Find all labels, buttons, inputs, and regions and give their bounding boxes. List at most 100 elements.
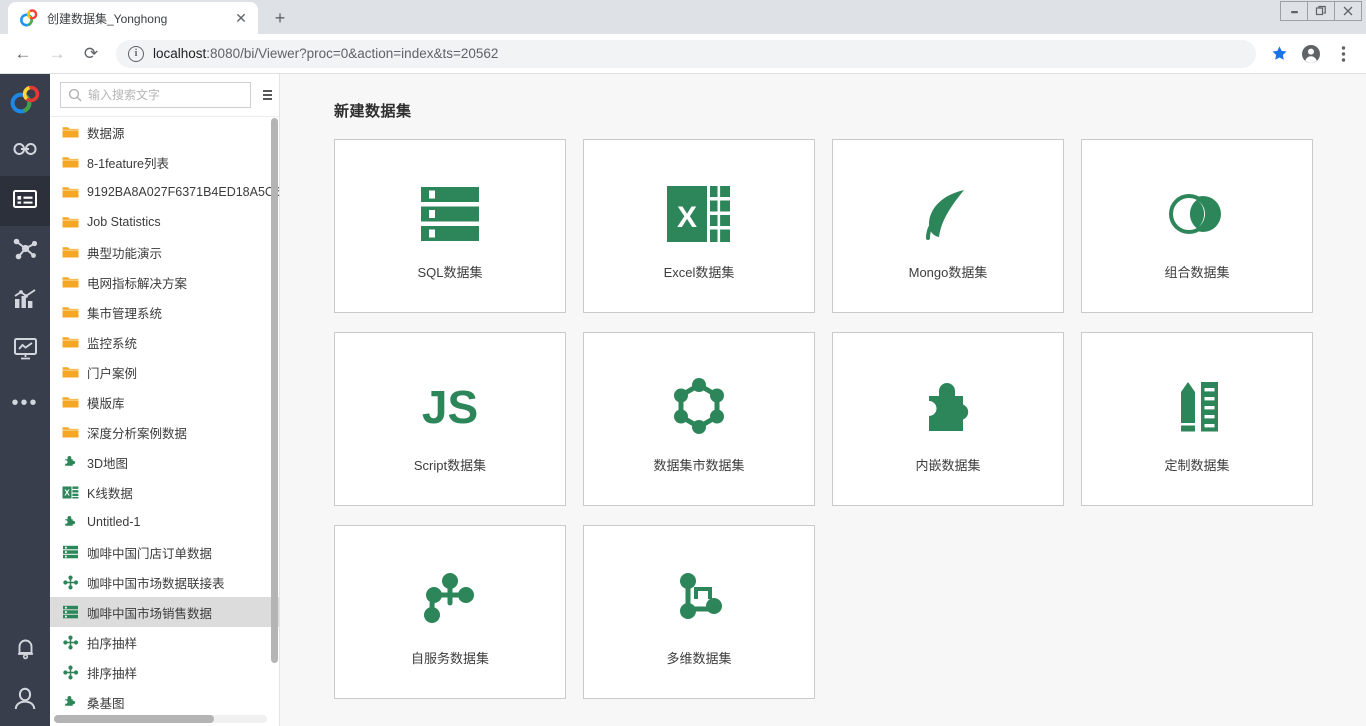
puzzle-icon bbox=[62, 454, 79, 470]
sidebar-item-more[interactable]: ••• bbox=[0, 376, 50, 426]
excel-icon: X bbox=[62, 484, 79, 500]
dataset-type-card[interactable]: 数据集市数据集 bbox=[583, 332, 815, 506]
tree-item-label: 咖啡中国门店订单数据 bbox=[87, 543, 212, 562]
tree-item-label: 门户案例 bbox=[87, 363, 137, 382]
card-label: Mongo数据集 bbox=[909, 262, 988, 281]
three-dot-menu-icon[interactable] bbox=[1328, 39, 1358, 69]
search-input[interactable] bbox=[88, 88, 243, 102]
tree-item[interactable]: 监控系统 bbox=[50, 327, 279, 357]
puzzle-icon bbox=[62, 514, 79, 530]
profile-icon[interactable] bbox=[1296, 39, 1326, 69]
tree-item[interactable]: 门户案例 bbox=[50, 357, 279, 387]
dataset-type-card[interactable]: 多维数据集 bbox=[583, 525, 815, 699]
minimize-button[interactable] bbox=[1280, 1, 1308, 21]
sidebar-item-connection[interactable] bbox=[0, 126, 50, 176]
tree-item[interactable]: 模版库 bbox=[50, 387, 279, 417]
presentation-icon bbox=[12, 335, 39, 367]
tree-item-label: 桑基图 bbox=[87, 693, 125, 712]
browser-toolbar: ← → ⟳ i localhost:8080/bi/Viewer?proc=0&… bbox=[0, 34, 1366, 74]
dataset-type-card[interactable]: 内嵌数据集 bbox=[832, 332, 1064, 506]
tree-item[interactable]: 桑基图 bbox=[50, 687, 279, 717]
search-box[interactable] bbox=[60, 82, 251, 108]
tree-item[interactable]: 深度分析案例数据 bbox=[50, 417, 279, 447]
notifications-button[interactable] bbox=[0, 626, 50, 676]
hexagon-node-icon bbox=[668, 365, 730, 449]
star-icon[interactable] bbox=[1264, 39, 1294, 69]
forward-button[interactable]: → bbox=[42, 39, 72, 69]
tab-strip: 创建数据集_Yonghong ✕ + bbox=[0, 0, 1366, 34]
selfservice-node-icon bbox=[419, 558, 481, 642]
tree-list: 数据源 8-1feature列表 9192BA8A027F6371B4ED18A5C… bbox=[50, 117, 279, 717]
tree-item[interactable]: 数据源 bbox=[50, 117, 279, 147]
new-tab-button[interactable]: + bbox=[266, 4, 294, 32]
tree-item[interactable]: 电网指标解决方案 bbox=[50, 267, 279, 297]
card-label: 定制数据集 bbox=[1164, 455, 1229, 474]
folder-icon bbox=[62, 244, 79, 260]
tab-title: 创建数据集_Yonghong bbox=[47, 10, 232, 27]
tree-vertical-scrollbar[interactable] bbox=[271, 118, 278, 663]
selfservice-icon bbox=[62, 634, 79, 650]
ellipsis-icon: ••• bbox=[11, 389, 38, 413]
tree-item-label: 8-1feature列表 bbox=[87, 153, 169, 172]
site-info-icon[interactable]: i bbox=[128, 46, 144, 62]
tree-item[interactable]: 咖啡中国市场销售数据 bbox=[50, 597, 279, 627]
tree-item-label: 电网指标解决方案 bbox=[87, 273, 187, 292]
yonghong-logo[interactable] bbox=[0, 74, 50, 126]
dataset-type-card[interactable]: XExcel数据集 bbox=[583, 139, 815, 313]
dataset-type-card[interactable]: JSScript数据集 bbox=[334, 332, 566, 506]
tree-item[interactable]: 3D地图 bbox=[50, 447, 279, 477]
folder-icon bbox=[62, 154, 79, 170]
tree-item-label: K线数据 bbox=[87, 483, 133, 502]
sidebar-item-dataset[interactable] bbox=[0, 176, 50, 226]
url-text: localhost:8080/bi/Viewer?proc=0&action=i… bbox=[153, 46, 498, 61]
sidebar-item-chart[interactable] bbox=[0, 276, 50, 326]
url-host: localhost bbox=[153, 46, 206, 61]
selfservice-icon bbox=[62, 664, 79, 680]
window-close-button[interactable] bbox=[1334, 1, 1362, 21]
folder-icon bbox=[62, 394, 79, 410]
dataset-type-card[interactable]: SQL数据集 bbox=[334, 139, 566, 313]
back-button[interactable]: ← bbox=[8, 39, 38, 69]
dataset-type-card[interactable]: 自服务数据集 bbox=[334, 525, 566, 699]
tree-item-label: Job Statistics bbox=[87, 215, 161, 229]
nav-rail: ••• bbox=[0, 74, 50, 726]
nav-rail-bottom bbox=[0, 626, 50, 726]
folder-icon bbox=[62, 214, 79, 230]
tree-item[interactable]: 拍序抽样 bbox=[50, 627, 279, 657]
sidebar-item-dashboard[interactable] bbox=[0, 326, 50, 376]
tree-item[interactable]: 排序抽样 bbox=[50, 657, 279, 687]
tree-item[interactable]: 8-1feature列表 bbox=[50, 147, 279, 177]
dataset-panel-icon bbox=[12, 186, 38, 217]
scrollbar-thumb[interactable] bbox=[54, 715, 214, 723]
address-bar[interactable]: i localhost:8080/bi/Viewer?proc=0&action… bbox=[116, 40, 1256, 68]
list-menu-icon[interactable] bbox=[256, 82, 278, 108]
sidebar-item-analysis[interactable] bbox=[0, 226, 50, 276]
puzzle-icon bbox=[62, 694, 79, 710]
reload-button[interactable]: ⟳ bbox=[76, 39, 106, 69]
close-icon[interactable]: ✕ bbox=[232, 9, 250, 27]
venn-circles-icon bbox=[1168, 172, 1226, 256]
dataset-type-card[interactable]: 组合数据集 bbox=[1081, 139, 1313, 313]
card-label: 数据集市数据集 bbox=[653, 455, 744, 474]
card-label: 组合数据集 bbox=[1164, 262, 1229, 281]
selfservice-icon bbox=[62, 574, 79, 590]
dataset-type-card[interactable]: 定制数据集 bbox=[1081, 332, 1313, 506]
browser-tab[interactable]: 创建数据集_Yonghong ✕ bbox=[8, 2, 258, 34]
tree-item[interactable]: 集市管理系统 bbox=[50, 297, 279, 327]
tree-item[interactable]: 典型功能演示 bbox=[50, 237, 279, 267]
tree-item[interactable]: X K线数据 bbox=[50, 477, 279, 507]
maximize-button[interactable] bbox=[1307, 1, 1335, 21]
tree-item[interactable]: 9192BA8A027F6371B4ED18A5C6 bbox=[50, 177, 279, 207]
tree-item[interactable]: 咖啡中国门店订单数据 bbox=[50, 537, 279, 567]
bell-icon bbox=[13, 636, 38, 666]
tree-item[interactable]: Untitled-1 bbox=[50, 507, 279, 537]
pencil-ruler-icon bbox=[1168, 365, 1226, 449]
mongo-leaf-icon bbox=[918, 172, 978, 256]
tree-item[interactable]: 咖啡中国市场数据联接表 bbox=[50, 567, 279, 597]
page-title: 新建数据集 bbox=[334, 100, 1366, 121]
tree-horizontal-scrollbar[interactable] bbox=[54, 715, 267, 723]
js-icon: JS bbox=[422, 365, 478, 449]
account-button[interactable] bbox=[0, 676, 50, 726]
dataset-type-card[interactable]: Mongo数据集 bbox=[832, 139, 1064, 313]
tree-item[interactable]: Job Statistics bbox=[50, 207, 279, 237]
